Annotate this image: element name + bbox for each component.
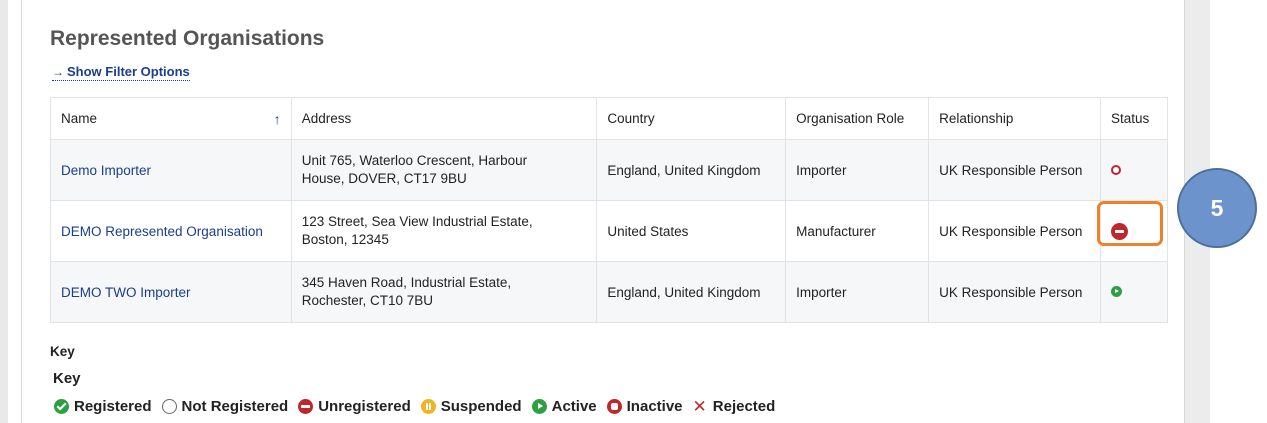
sort-ascending-icon[interactable]: ↑ [274,111,281,127]
relationship-cell: UK Responsible Person [928,139,1101,201]
empty-circle-icon [161,399,177,414]
column-header-status[interactable]: Status [1099,97,1169,140]
legend-item-active: Active [531,398,597,415]
address-cell: Unit 765, Waterloo Crescent, Harbour Hou… [290,139,598,201]
address-cell: 345 Haven Road, Industrial Estate, Roche… [290,261,598,323]
inactive-icon [1110,164,1121,175]
role-cell: Importer [785,261,930,323]
left-page-rail [0,0,8,423]
column-header-organisation-role[interactable]: Organisation Role [785,97,930,140]
organisation-name-link[interactable]: DEMO Represented Organisation [61,224,263,239]
relationship-cell: UK Responsible Person [928,261,1101,323]
table-header-row: Name ↑ Address Country Organisation Role… [50,97,1169,140]
legend-item-not-registered: Not Registered [161,398,289,415]
check-circle-icon [54,399,69,414]
legend-item-inactive: Inactive [606,398,683,415]
active-icon [1110,285,1122,297]
legend-label: Rejected [712,398,776,415]
arrow-right-icon: → [52,64,64,79]
address-line-1: 345 Haven Road, Industrial Estate, [301,275,512,290]
status-cell [1099,139,1169,201]
organisation-name-link[interactable]: DEMO TWO Importer [61,285,191,300]
legend-label: Not Registered [181,398,289,415]
legend-label: Active [551,398,597,415]
status-highlight-box [1097,201,1163,246]
role-cell: Importer [785,139,930,201]
legend-label: Unregistered [318,398,411,415]
no-entry-icon [298,399,314,414]
column-header-name[interactable]: Name ↑ [50,97,292,140]
country-cell: England, United Kingdom [596,261,787,323]
column-header-country[interactable]: Country [596,97,787,140]
column-header-address[interactable]: Address [290,97,598,140]
legend-label: Registered [74,398,152,415]
table-row: DEMO TWO Importer 345 Haven Road, Indust… [50,261,1169,323]
key-heading: Key [53,370,81,387]
country-cell: England, United Kingdom [596,139,787,201]
stop-circle-icon [606,399,622,414]
legend-item-unregistered: Unregistered [298,398,411,415]
legend-item-registered: Registered [54,398,152,415]
organisation-name-link[interactable]: Demo Importer [61,163,151,178]
legend-item-suspended: Suspended [420,398,522,415]
relationship-cell: UK Responsible Person [928,200,1101,262]
play-circle-icon [531,399,547,414]
pause-circle-icon [420,399,436,414]
table-row: Demo Importer Unit 765, Waterloo Crescen… [50,139,1169,201]
table-row: DEMO Represented Organisation 123 Street… [50,200,1169,262]
status-legend: Registered Not Registered Unregistered S… [54,398,785,415]
show-filter-options-link[interactable]: → Show Filter Options [52,64,190,81]
column-header-name-label: Name [61,111,98,126]
address-line-2: Rochester, CT10 7BU [301,293,434,308]
legend-label: Suspended [440,398,522,415]
content-left-border [21,0,22,423]
key-label: Key [50,344,75,359]
country-cell: United States [596,200,787,262]
step-number-badge: 5 [1177,168,1257,248]
show-filter-options-label: Show Filter Options [67,64,190,79]
legend-item-rejected: ✕ Rejected [693,398,776,415]
cross-icon: ✕ [692,397,707,416]
role-cell: Manufacturer [785,200,930,262]
page-title: Represented Organisations [50,27,325,50]
address-line-1: 123 Street, Sea View Industrial Estate, [301,214,533,229]
address-line-1: Unit 765, Waterloo Crescent, Harbour [301,153,528,168]
legend-label: Inactive [626,398,683,415]
address-line-2: Boston, 12345 [301,232,389,247]
organisations-table: Name ↑ Address Country Organisation Role… [50,97,1169,323]
status-cell [1099,261,1169,323]
column-header-relationship[interactable]: Relationship [928,97,1101,140]
address-line-2: House, DOVER, CT17 9BU [301,171,467,186]
address-cell: 123 Street, Sea View Industrial Estate, … [290,200,598,262]
